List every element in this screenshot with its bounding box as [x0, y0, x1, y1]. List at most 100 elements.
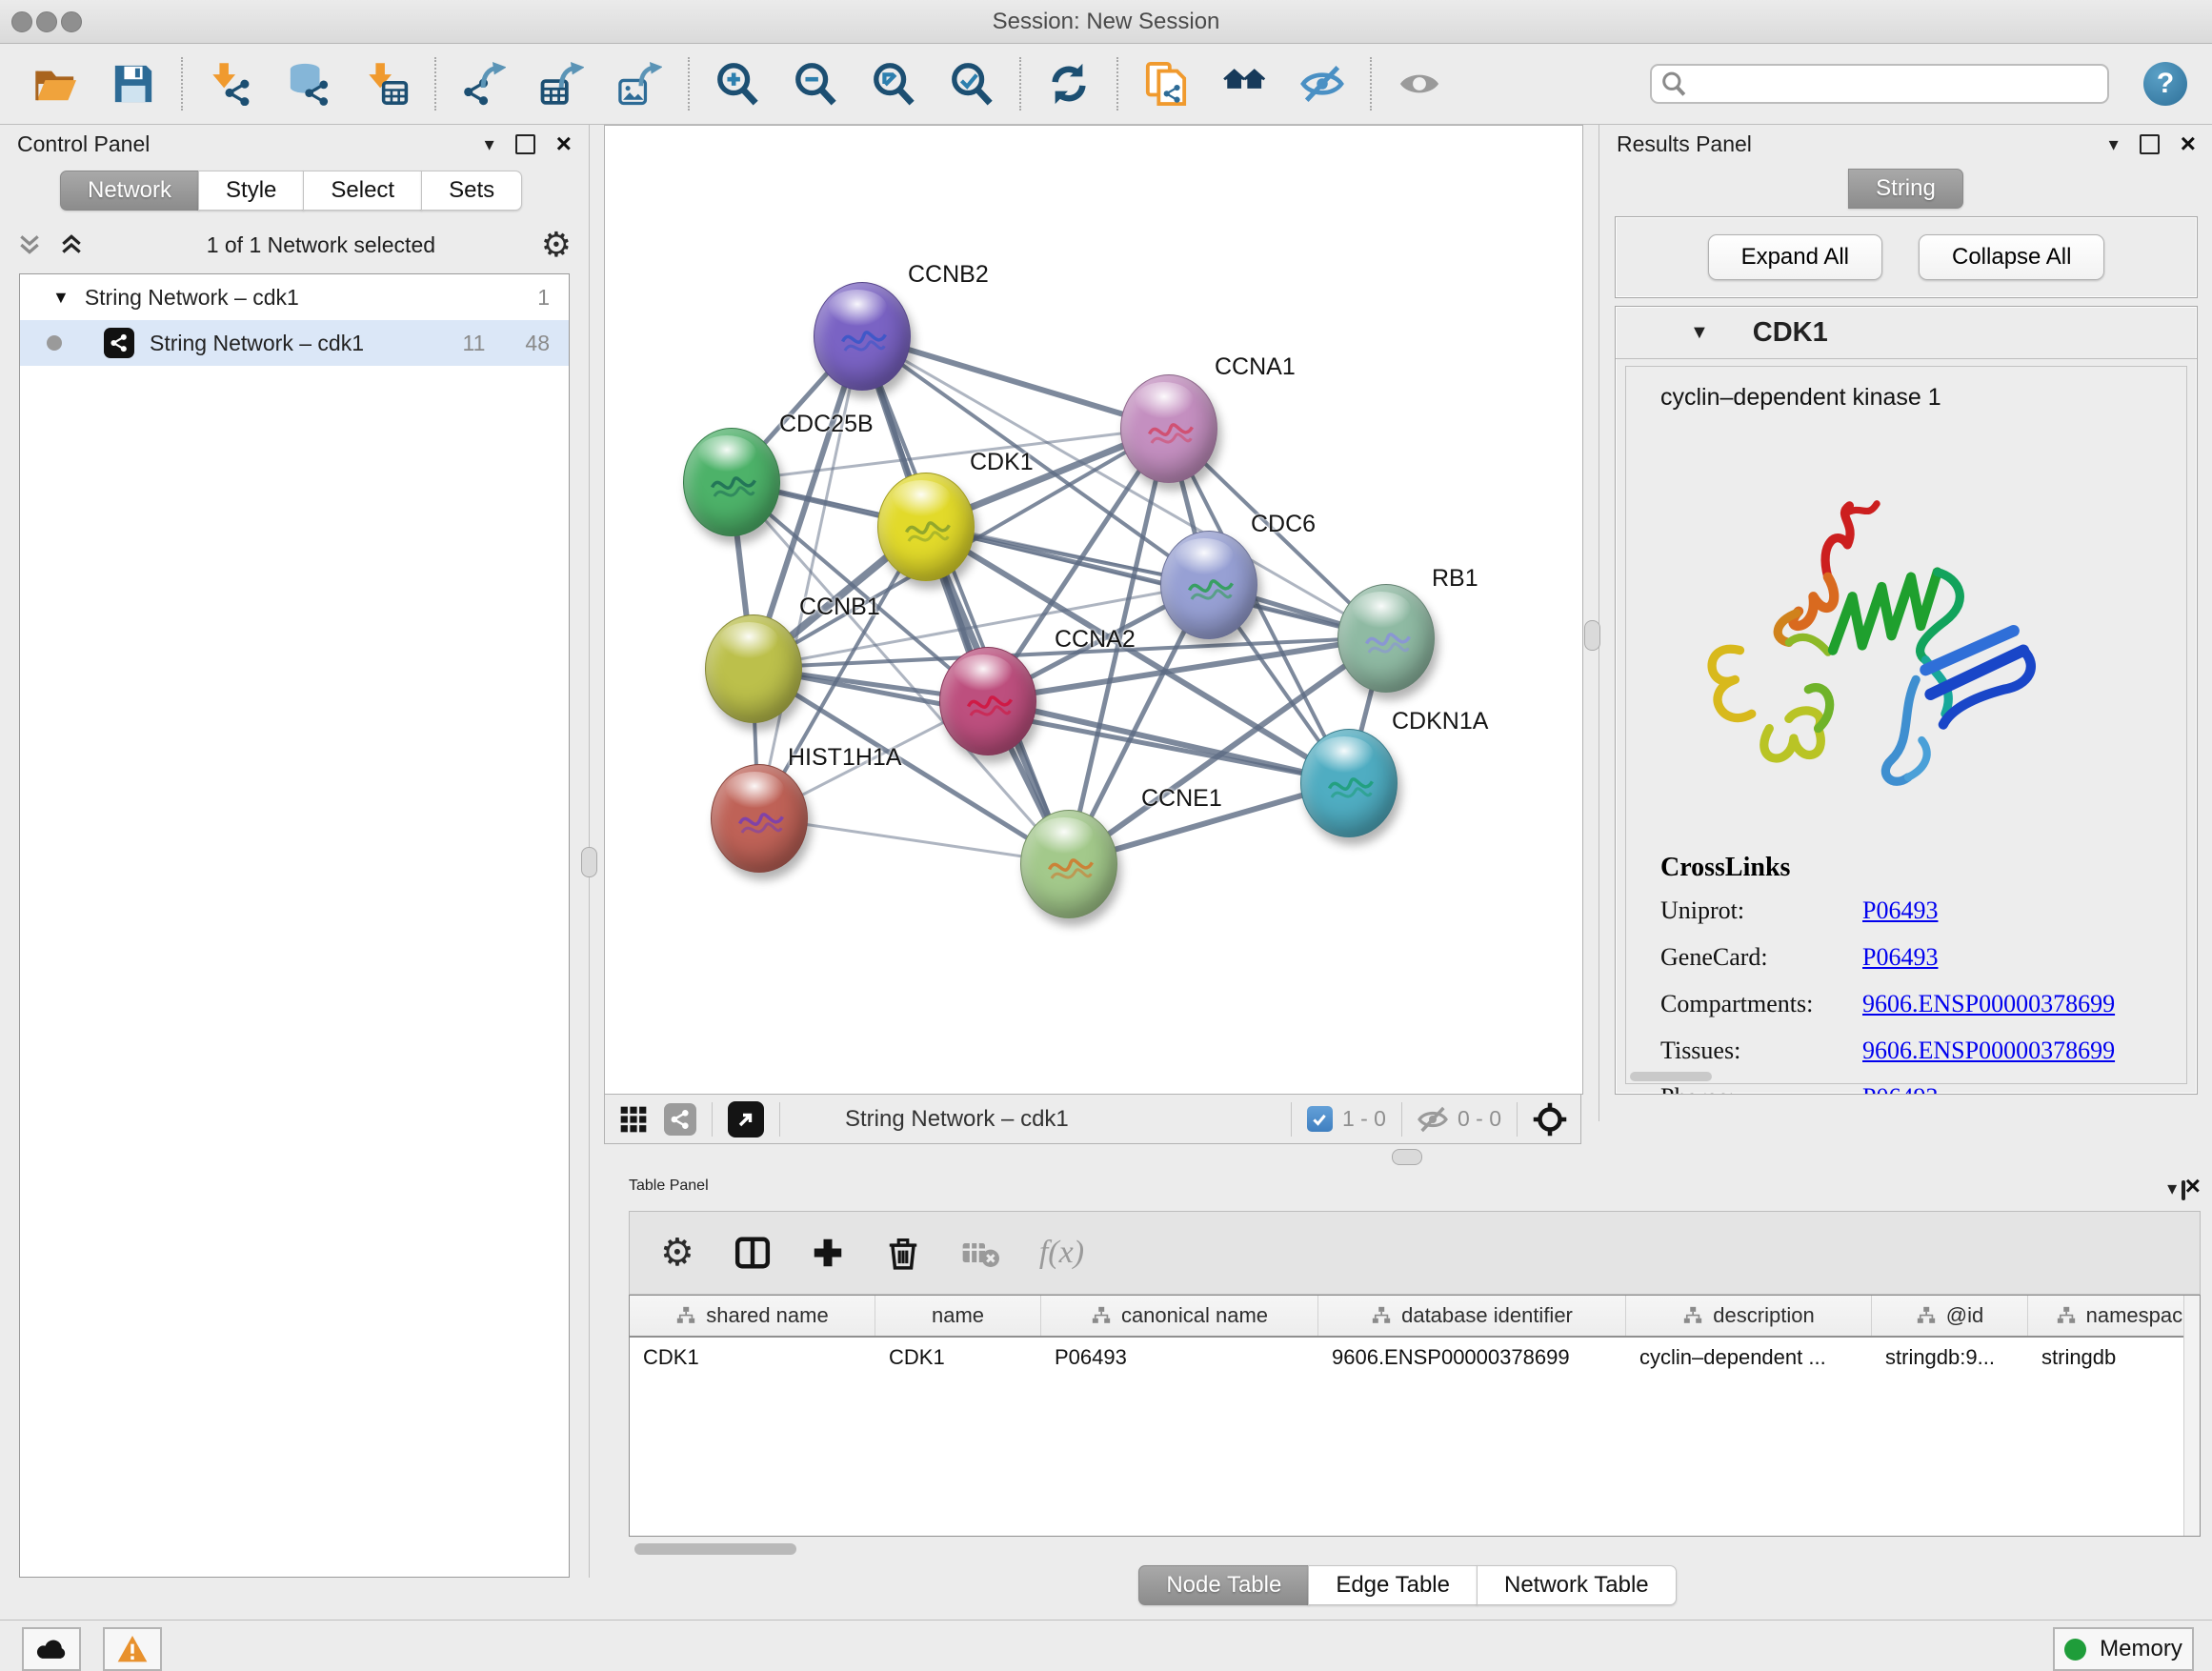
tab-network[interactable]: Network [60, 171, 199, 211]
right-divider-handle[interactable] [1584, 620, 1600, 651]
expand-all-button[interactable]: Expand All [1708, 234, 1882, 280]
string-home-button[interactable] [1221, 61, 1267, 107]
crosslink-link[interactable]: P06493 [1862, 1083, 1938, 1095]
zoom-out-button[interactable] [793, 61, 838, 107]
enable-glass-effect-button[interactable] [1299, 61, 1345, 107]
show-columns-icon[interactable] [734, 1235, 771, 1271]
results-tab-string[interactable]: String [1848, 169, 1963, 209]
expand-all-icon[interactable] [59, 232, 84, 257]
table-tab-node-table[interactable]: Node Table [1138, 1565, 1309, 1605]
export-image-button[interactable] [617, 61, 663, 107]
import-table-button[interactable] [364, 61, 410, 107]
table-cell[interactable]: cyclin–dependent ... [1626, 1338, 1872, 1378]
column-header-database-identifier[interactable]: database identifier [1318, 1296, 1626, 1336]
left-divider-handle[interactable] [581, 847, 597, 877]
node-CCNA2[interactable] [939, 647, 1036, 755]
tab-style[interactable]: Style [198, 171, 304, 211]
column-header-shared-name[interactable]: shared name [630, 1296, 875, 1336]
section-collapse-icon[interactable]: ▼ [1690, 322, 1709, 344]
tree-expand-icon[interactable]: ▼ [52, 288, 70, 308]
control-panel: Control Panel ▾ × NetworkStyleSelectSets… [0, 125, 590, 1578]
panel-menu-icon[interactable]: ▾ [2109, 132, 2119, 156]
node-label-CDC6: CDC6 [1251, 511, 1316, 538]
node-RB1[interactable] [1337, 584, 1435, 693]
search-input[interactable] [1694, 70, 2098, 97]
export-network-button[interactable] [461, 61, 507, 107]
import-network-button[interactable] [208, 61, 253, 107]
crosslink-link[interactable]: P06493 [1862, 943, 1938, 972]
node-CCNE1[interactable] [1020, 810, 1117, 918]
open-session-button[interactable] [32, 61, 78, 107]
crosslink-link[interactable]: 9606.ENSP00000378699 [1862, 990, 2115, 1018]
node-CCNB1[interactable] [705, 614, 802, 723]
table-cell[interactable]: CDK1 [630, 1338, 875, 1378]
panel-close-icon[interactable]: × [2181, 131, 2196, 157]
crosslink-link[interactable]: 9606.ENSP00000378699 [1862, 1037, 2115, 1065]
panel-float-icon[interactable] [515, 134, 535, 154]
tab-select[interactable]: Select [303, 171, 422, 211]
zoom-fit-button[interactable] [871, 61, 916, 107]
node-CDC25B[interactable] [683, 428, 780, 536]
table-cell[interactable]: P06493 [1041, 1338, 1318, 1378]
table-cell[interactable]: stringdb [2028, 1338, 2201, 1378]
gene-section-header[interactable]: ▼ CDK1 [1616, 307, 2197, 359]
vertical-scrollbar[interactable] [2183, 1296, 2200, 1536]
gear-icon[interactable]: ⚙ [541, 228, 572, 262]
crosslink-link[interactable]: P06493 [1862, 896, 1938, 925]
column-header-name[interactable]: name [875, 1296, 1041, 1336]
help-button[interactable]: ? [2143, 62, 2187, 106]
zoom-in-button[interactable] [714, 61, 760, 107]
node-CDC6[interactable] [1160, 531, 1257, 639]
network-collection-row[interactable]: ▼ String Network – cdk1 1 [20, 274, 569, 320]
import-network-from-database-button[interactable] [286, 61, 332, 107]
cloud-status-button[interactable] [22, 1627, 81, 1671]
panel-menu-icon[interactable]: ▾ [485, 132, 494, 156]
export-table-button[interactable] [539, 61, 585, 107]
table-row[interactable]: CDK1CDK1P064939606.ENSP00000378699cyclin… [630, 1338, 2200, 1378]
column-header-description[interactable]: description [1626, 1296, 1872, 1336]
edge-CCNE1-CCNB2[interactable] [861, 335, 1068, 863]
navigator-crosshair-icon[interactable] [1533, 1102, 1567, 1137]
panel-close-icon[interactable]: × [556, 131, 572, 157]
node-CDK1[interactable] [877, 473, 975, 581]
node-CCNA1[interactable] [1120, 374, 1217, 483]
bottom-divider-handle[interactable] [1392, 1149, 1422, 1165]
birds-eye-view-icon[interactable] [618, 1104, 649, 1135]
table-cell[interactable]: 9606.ENSP00000378699 [1318, 1338, 1626, 1378]
search-field[interactable] [1650, 64, 2109, 104]
detach-view-button[interactable] [728, 1101, 764, 1137]
table-tab-network-table[interactable]: Network Table [1477, 1565, 1677, 1605]
column-header--id[interactable]: @id [1872, 1296, 2028, 1336]
add-column-icon[interactable] [811, 1236, 845, 1270]
panel-close-icon[interactable]: × [2185, 1171, 2201, 1200]
apply-style-button[interactable] [1046, 61, 1092, 107]
table-tab-edge-table[interactable]: Edge Table [1308, 1565, 1478, 1605]
memory-button[interactable]: Memory [2053, 1627, 2194, 1671]
node-CDKN1A[interactable] [1300, 729, 1398, 837]
collapse-all-icon[interactable] [17, 232, 42, 257]
zoom-selected-button[interactable] [949, 61, 995, 107]
selected-checkbox-icon[interactable] [1307, 1106, 1333, 1132]
tab-sets[interactable]: Sets [421, 171, 522, 211]
column-header-canonical-name[interactable]: canonical name [1041, 1296, 1318, 1336]
node-CCNB2[interactable] [814, 282, 911, 391]
panel-float-icon[interactable] [2140, 134, 2160, 154]
save-session-button[interactable] [111, 61, 156, 107]
table-settings-gear-icon[interactable]: ⚙ [660, 1234, 694, 1272]
column-header-namespace[interactable]: namespace [2028, 1296, 2201, 1336]
table-cell[interactable]: stringdb:9... [1872, 1338, 2028, 1378]
network-row[interactable]: String Network – cdk1 11 48 [20, 320, 569, 366]
network-share-icon[interactable] [664, 1103, 696, 1136]
collapse-all-button[interactable]: Collapse All [1919, 234, 2104, 280]
delete-column-trash-icon[interactable] [885, 1235, 921, 1271]
table-cell[interactable]: CDK1 [875, 1338, 1041, 1378]
warnings-button[interactable] [103, 1627, 162, 1671]
panel-menu-icon[interactable]: ▾ [2167, 1178, 2177, 1199]
network-canvas[interactable]: CCNB2CCNA1CDC25BCDK1CDC6RB1CCNB1CCNA2CDK… [604, 125, 1583, 1095]
show-hide-button[interactable] [1397, 61, 1442, 107]
clone-network-button[interactable] [1143, 61, 1189, 107]
horizontal-scrollbar[interactable] [629, 1541, 2201, 1557]
node-HIST1H1A[interactable] [711, 764, 808, 873]
horizontal-scrollbar-thumb[interactable] [1630, 1072, 1712, 1081]
horizontal-scrollbar-thumb[interactable] [634, 1543, 796, 1555]
